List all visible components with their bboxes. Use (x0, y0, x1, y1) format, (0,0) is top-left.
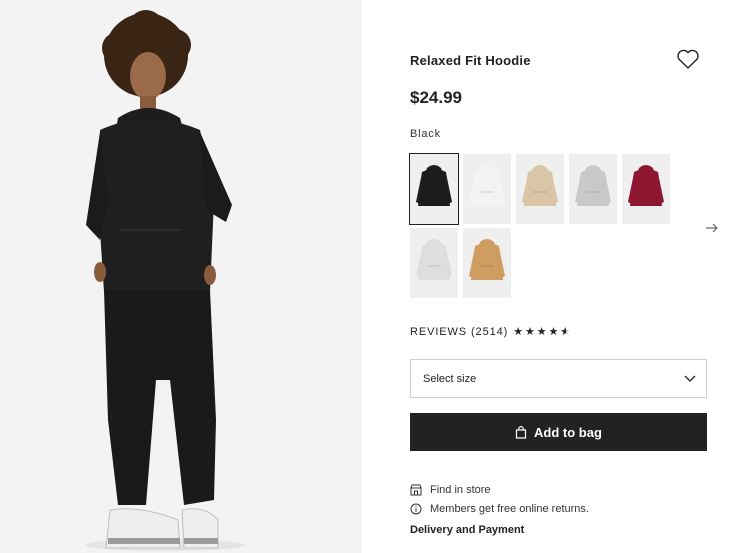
star-icon: ★ (548, 325, 560, 338)
color-swatch[interactable] (410, 228, 458, 298)
star-icon: ★ (524, 325, 536, 338)
heart-outline-icon (677, 49, 699, 69)
product-title: Relaxed Fit Hoodie (410, 53, 531, 68)
product-details: Relaxed Fit Hoodie $24.99 Black REVIEWS … (409, 0, 718, 553)
rating-stars: ★ ★ ★ ★ ★ ★ (513, 325, 572, 338)
hoodie-thumbnail (569, 154, 617, 224)
product-image[interactable] (0, 0, 362, 553)
hoodie-thumbnail (463, 228, 511, 298)
size-placeholder: Select size (423, 372, 477, 385)
color-swatch[interactable] (463, 154, 511, 224)
store-icon (410, 484, 422, 496)
add-to-bag-label: Add to bag (534, 424, 602, 440)
delivery-and-payment-link[interactable]: Delivery and Payment (410, 524, 524, 536)
color-swatch[interactable] (516, 154, 564, 224)
hoodie-thumbnail (516, 154, 564, 224)
selected-color-label: Black (410, 128, 441, 140)
hoodie-thumbnail (410, 154, 458, 224)
returns-info: Members get free online returns. (410, 503, 589, 515)
hoodie-thumbnail (410, 228, 458, 298)
favorite-button[interactable] (676, 48, 700, 70)
hoodie-thumbnail (463, 154, 511, 224)
find-in-store-label: Find in store (430, 484, 491, 496)
info-icon (410, 503, 422, 515)
size-select[interactable]: Select size (410, 359, 707, 398)
hoodie-thumbnail (622, 154, 670, 224)
color-swatch[interactable] (622, 154, 670, 224)
returns-label: Members get free online returns. (430, 503, 589, 515)
color-swatch[interactable] (409, 153, 459, 225)
half-star-icon: ★ ★ (560, 325, 572, 338)
reviews-label: REVIEWS (2514) (410, 326, 509, 338)
star-icon: ★ (536, 325, 548, 338)
shopping-bag-icon (515, 425, 527, 439)
find-in-store-link[interactable]: Find in store (410, 484, 491, 496)
model-illustration (0, 0, 362, 553)
color-swatch[interactable] (463, 228, 511, 298)
next-arrow-icon[interactable] (704, 220, 720, 236)
reviews-link[interactable]: REVIEWS (2514) ★ ★ ★ ★ ★ ★ (410, 326, 571, 338)
chevron-down-icon (684, 375, 696, 382)
add-to-bag-button[interactable]: Add to bag (410, 413, 707, 451)
product-price: $24.99 (410, 88, 462, 107)
star-icon: ★ (513, 325, 524, 338)
color-swatch[interactable] (569, 154, 617, 224)
